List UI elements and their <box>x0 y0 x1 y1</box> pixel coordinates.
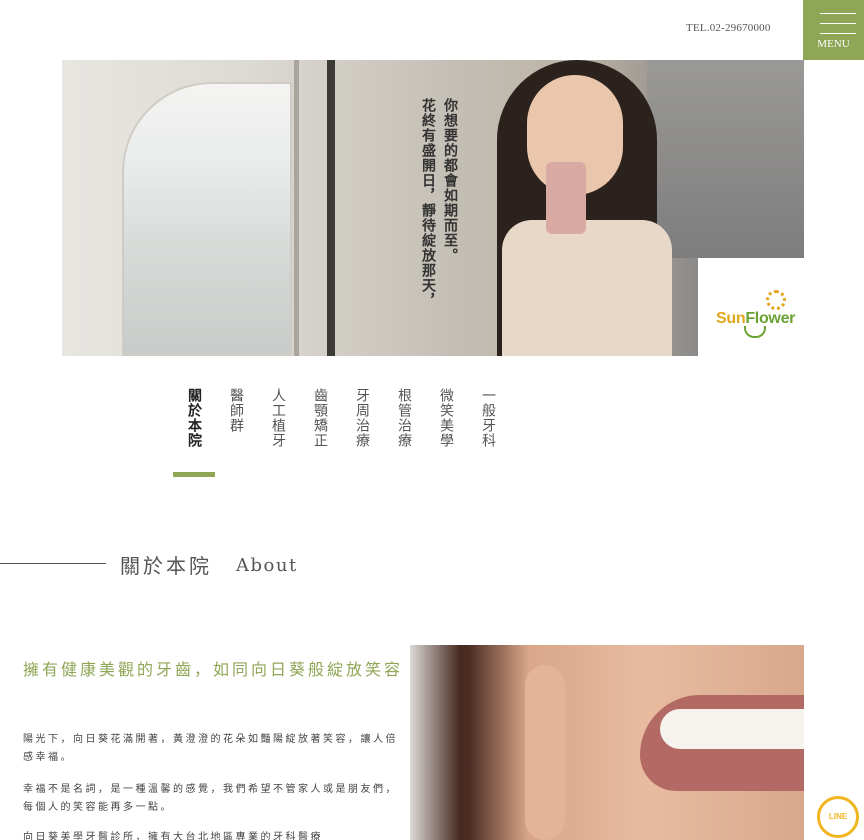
hamburger-icon-bar <box>820 23 856 24</box>
nav-item-periodontal[interactable]: 牙周治療 <box>353 388 371 448</box>
section-divider <box>0 563 106 564</box>
smile-photo-finger <box>525 665 565 840</box>
hero-photo-pole <box>327 60 335 356</box>
hero-tagline-line2: 花終有盛開日，靜待綻放那天， <box>420 98 436 308</box>
smile-photo-teeth <box>660 709 804 749</box>
hamburger-icon-bar <box>820 33 856 34</box>
smile-photo <box>410 645 804 840</box>
nav-item-about[interactable]: 關於本院 <box>185 388 203 448</box>
logo-text-flower: Flower <box>745 310 796 327</box>
nav-item-root-canal[interactable]: 根管治療 <box>395 388 413 448</box>
about-paragraph: 幸福不是名詞，是一種溫馨的感覺，我們希望不管家人或是朋友們，每個人的笑容能再多一… <box>23 784 398 813</box>
about-paragraph: 向日葵美學牙醫診所，擁有大台北地區專業的牙科醫療 <box>23 832 323 840</box>
nav-item-smile-aesthetics[interactable]: 微笑美學 <box>437 388 455 448</box>
hero-photo-train-interior <box>647 60 804 258</box>
nav-item-implants[interactable]: 人工植牙 <box>269 388 287 448</box>
hero-photo-body <box>502 220 672 356</box>
tooth-icon <box>744 326 766 338</box>
nav-item-orthodontics[interactable]: 齒顎矯正 <box>311 388 329 448</box>
menu-label: MENU <box>817 38 850 50</box>
logo-text-sun: Sun <box>716 310 746 327</box>
section-title-cn: 關於本院 <box>120 554 212 578</box>
photo-fade <box>400 645 460 840</box>
section-title-en: About <box>236 555 298 576</box>
sunflower-icon <box>766 290 786 310</box>
nav-item-doctors[interactable]: 醫師群 <box>227 388 245 433</box>
hamburger-icon <box>820 13 856 14</box>
about-heading: 擁有健康美觀的牙齒，如同向日葵般綻放笑容 <box>23 660 404 679</box>
hero-photo-phone <box>546 162 586 234</box>
hero-photo-pole <box>294 60 299 356</box>
menu-button[interactable]: MENU <box>803 0 864 60</box>
about-paragraph: 陽光下，向日葵花滿開著，黃澄澄的花朵如豔陽綻放著笑容，讓人倍感幸福。 <box>23 734 398 763</box>
hero-tagline-line1: 你想要的都會如期而至。 <box>442 98 458 263</box>
nav-active-indicator <box>173 472 215 477</box>
line-icon: LINE <box>828 812 848 821</box>
phone-number[interactable]: TEL.02-29670000 <box>686 22 771 34</box>
line-chat-button[interactable]: LINE <box>817 796 859 838</box>
sunflower-logo[interactable]: SunFlower <box>716 288 796 338</box>
nav-item-general-dentistry[interactable]: 一般牙科 <box>479 388 497 448</box>
hero-photo-window <box>122 82 292 356</box>
